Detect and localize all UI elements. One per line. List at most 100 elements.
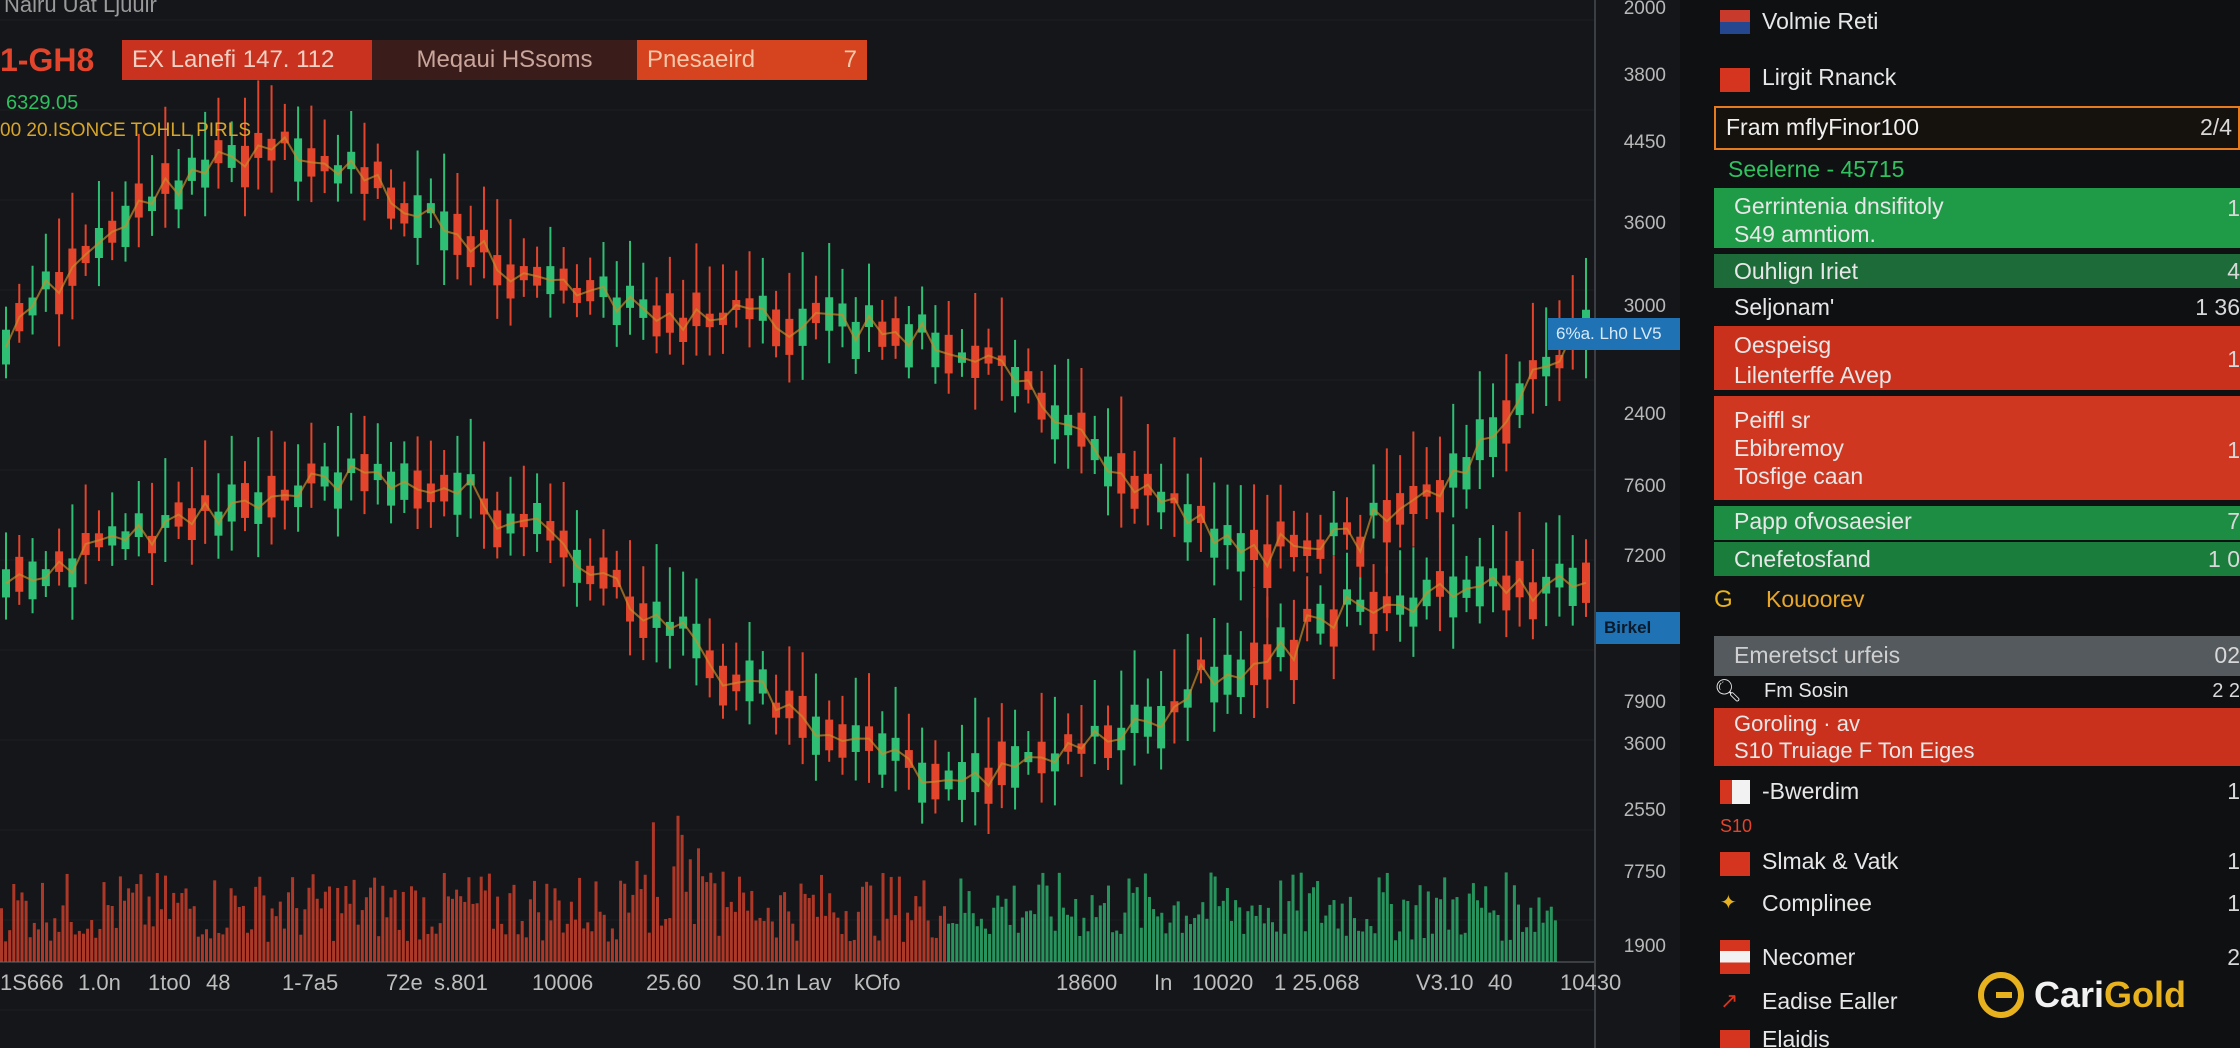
price-tick: 3600 xyxy=(1623,213,1666,234)
volume-bar xyxy=(1537,897,1541,962)
volume-bar xyxy=(1299,872,1303,962)
volume-bar xyxy=(1098,905,1102,962)
watchlist-item[interactable]: Complinee 1 xyxy=(1714,890,2240,922)
volume-bar xyxy=(943,906,946,962)
watchlist-item[interactable]: Slmak & Vatk 1 xyxy=(1714,848,2240,880)
volume-bar xyxy=(1324,915,1328,962)
volume-bar xyxy=(697,848,700,962)
time-tick: 48 xyxy=(206,970,231,995)
watchlist-item[interactable]: Gerrintenia dnsifitoly S49 amntiom. 1 xyxy=(1714,188,2240,248)
volume-bar xyxy=(266,941,270,962)
volume-bar xyxy=(1385,872,1389,962)
time-tick: kOfo xyxy=(854,970,901,995)
volume-bar xyxy=(623,883,627,962)
watchlist-item-value: 2/4 xyxy=(2200,114,2232,140)
volume-bar xyxy=(319,908,323,962)
volume-bar xyxy=(918,906,922,962)
volume-bar xyxy=(287,892,290,962)
volume-bar xyxy=(418,939,422,962)
volume-bar xyxy=(1029,910,1033,962)
candlestick-chart[interactable] xyxy=(0,0,1680,1048)
search-row[interactable]: 🔍︎ Fm Sosin 2 2 xyxy=(1714,678,2240,708)
volume-bar xyxy=(1357,930,1361,962)
watchlist-item-selected[interactable]: Fram mflyFinor100 2/4 xyxy=(1714,106,2240,150)
volume-bar xyxy=(508,893,512,962)
volume-bar xyxy=(1455,897,1459,962)
price-tick: 2550 xyxy=(1623,800,1666,821)
watchlist-item[interactable]: Seljonam' 1 36 xyxy=(1714,292,2240,324)
volume-bar xyxy=(434,933,438,962)
volume-bar xyxy=(1394,940,1397,962)
chart-area[interactable]: Nairu Uat Ljuuir 1-GH8 6329.05 00 20.ISO… xyxy=(0,0,1680,1048)
watchlist-sidebar[interactable]: Volmie Reti Lirgit Rnanck Fram mflyFinor… xyxy=(1680,0,2240,1048)
volume-bar xyxy=(471,903,475,962)
volume-bar xyxy=(631,894,635,962)
volume-bar xyxy=(701,876,705,962)
time-tick: S0.1n xyxy=(732,970,790,995)
volume-bar xyxy=(155,873,159,962)
volume-bar xyxy=(1492,910,1496,962)
watchlist-item[interactable]: G Kouoorev xyxy=(1714,586,2240,620)
volume-bar xyxy=(147,896,151,962)
watchlist-section-header[interactable]: Emeretsct urfeis 02 xyxy=(1714,636,2240,676)
volume-bar xyxy=(606,941,610,962)
volume-bar xyxy=(729,901,733,962)
watchlist-item[interactable]: -Bwerdim 1 xyxy=(1714,778,2240,810)
volume-bar xyxy=(225,927,229,962)
volume-bar xyxy=(479,876,483,962)
logo-text-part1: Cari xyxy=(2034,974,2105,1015)
volume-bar xyxy=(200,934,204,962)
volume-bar xyxy=(1336,928,1340,962)
volume-bar xyxy=(1508,939,1512,962)
symbol-badge[interactable]: EX Lanefi 147. 112 xyxy=(122,40,372,80)
watchlist-item[interactable]: Cnefetosfand 1 0 xyxy=(1714,542,2240,576)
volume-bar xyxy=(430,926,434,962)
volume-bar xyxy=(754,920,758,962)
volume-bar xyxy=(205,929,208,962)
watchlist-item-value: 4 xyxy=(2227,258,2240,284)
volume-bar xyxy=(791,923,795,962)
watchlist-item[interactable]: Elaidis xyxy=(1714,1026,2240,1048)
volume-bar xyxy=(541,940,545,962)
volume-bar xyxy=(1152,909,1156,962)
watchlist-item[interactable]: S10 xyxy=(1714,816,2240,840)
volume-bar xyxy=(1258,904,1262,962)
volume-bar xyxy=(381,885,385,962)
watchlist-item[interactable]: Lirgit Rnanck xyxy=(1714,64,2240,98)
volume-bar xyxy=(168,918,172,962)
volume-bar xyxy=(742,892,746,962)
volume-bar xyxy=(393,889,397,962)
volume-bar xyxy=(414,890,418,962)
volume-bar xyxy=(401,891,405,962)
volume-bar xyxy=(947,923,951,962)
volume-bar xyxy=(578,877,582,962)
volume-bar xyxy=(1512,885,1516,962)
watchlist-item[interactable]: Peiffl sr Ebibremoy Tosfige caan 1 xyxy=(1714,396,2240,500)
volume-bar xyxy=(627,912,631,962)
watchlist-item[interactable]: Goroling · av S10 Truiage F Ton Eiges xyxy=(1714,708,2240,766)
watchlist-item[interactable]: Oespeisg Lilenterffe Avep 1 xyxy=(1714,326,2240,390)
volume-bar xyxy=(180,893,184,962)
volume-bar xyxy=(1529,907,1533,962)
price-change: 6329.05 xyxy=(6,92,79,114)
watchlist-item[interactable]: Papp ofvosaesier 7 xyxy=(1714,506,2240,540)
volume-bar xyxy=(61,905,65,962)
volume-bar xyxy=(69,922,73,962)
volume-bar xyxy=(676,815,680,962)
search-icon[interactable]: 🔍︎ xyxy=(1714,678,1742,704)
volume-bar xyxy=(492,928,495,962)
volume-bar xyxy=(1074,898,1078,962)
alert-badge[interactable]: Pnesaeird 7 xyxy=(637,40,867,80)
watchlist-item[interactable]: Ouhlign Iriet 4 xyxy=(1714,254,2240,288)
volume-bar xyxy=(217,932,221,962)
volume-bar xyxy=(984,928,987,962)
watchlist-item-label: Emeretsct urfeis xyxy=(1734,642,1901,668)
volume-bar xyxy=(356,924,360,962)
watchlist-item[interactable]: Seelerne - 45715 xyxy=(1714,156,2240,188)
volume-bar xyxy=(938,915,942,962)
indicator-badge[interactable]: Meqaui HSsoms xyxy=(372,40,637,80)
volume-bar xyxy=(873,935,877,962)
watchlist-item[interactable]: Volmie Reti xyxy=(1714,8,2240,42)
volume-bar xyxy=(1467,893,1471,962)
volume-bar xyxy=(1381,892,1385,962)
